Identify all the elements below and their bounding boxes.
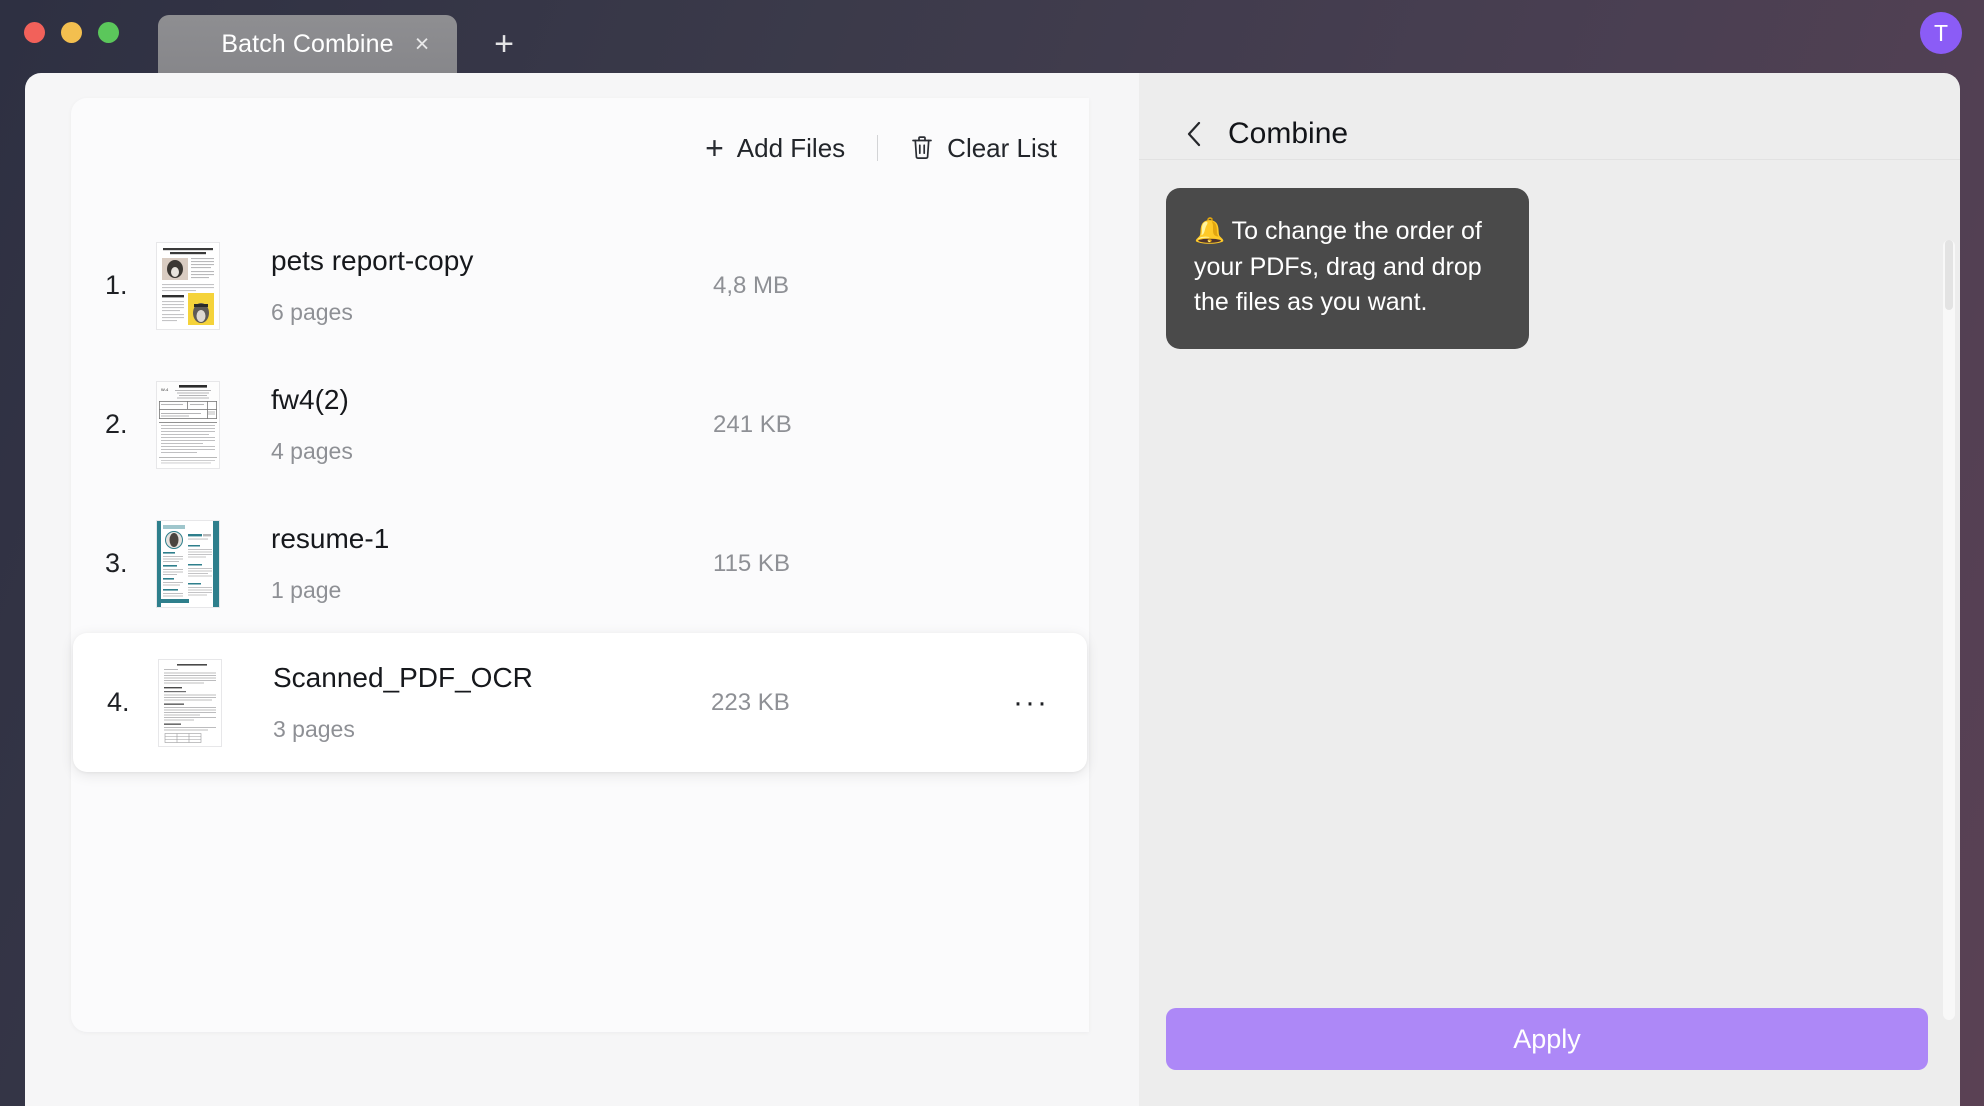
file-size: 241 KB xyxy=(703,411,1003,439)
row-index: 1. xyxy=(105,270,157,301)
file-list: 1. xyxy=(71,216,1089,772)
close-icon[interactable]: × xyxy=(409,31,435,57)
chevron-left-icon[interactable] xyxy=(1184,119,1206,149)
close-window-button[interactable] xyxy=(24,22,45,43)
table-row[interactable]: 1. xyxy=(71,216,1089,355)
maximize-window-button[interactable] xyxy=(98,22,119,43)
tip-callout: 🔔 To change the order of your PDFs, drag… xyxy=(1166,188,1529,349)
apply-button[interactable]: Apply xyxy=(1166,1008,1928,1070)
file-info: fw4(2) 4 pages xyxy=(271,384,703,465)
file-info: resume-1 1 page xyxy=(271,523,703,604)
traffic-lights xyxy=(24,22,119,43)
page-title: Combine xyxy=(1228,117,1348,151)
file-pages: 4 pages xyxy=(271,438,703,465)
file-size: 223 KB xyxy=(701,689,1001,717)
svg-text:W-4: W-4 xyxy=(161,387,169,392)
clear-list-button[interactable]: Clear List xyxy=(900,127,1067,170)
avatar[interactable]: T xyxy=(1920,12,1962,54)
tab-label: Batch Combine xyxy=(221,30,393,59)
table-row[interactable]: 3. xyxy=(71,494,1089,633)
file-info: pets report-copy 6 pages xyxy=(271,245,703,326)
file-pages: 3 pages xyxy=(273,716,701,743)
plus-icon: + xyxy=(705,132,724,164)
row-index: 4. xyxy=(107,687,159,718)
side-panel-scrollbar[interactable] xyxy=(1943,240,1955,1020)
tab-batch-combine[interactable]: Batch Combine × xyxy=(158,15,457,73)
file-size: 115 KB xyxy=(703,550,1003,578)
row-more-button[interactable]: ··· xyxy=(1001,694,1061,712)
bell-icon: 🔔 xyxy=(1194,217,1225,245)
clear-list-label: Clear List xyxy=(947,133,1057,164)
app-window: + Add Files Clear List xyxy=(25,73,1960,1106)
file-list-card: + Add Files Clear List xyxy=(71,98,1089,1032)
file-thumbnail-resume xyxy=(157,521,219,607)
tip-text: To change the order of your PDFs, drag a… xyxy=(1194,217,1482,316)
new-tab-button[interactable]: + xyxy=(487,27,521,61)
side-panel-header: Combine xyxy=(1139,73,1960,159)
file-size: 4,8 MB xyxy=(703,272,1003,300)
table-row[interactable]: 4. xyxy=(73,633,1087,772)
file-info: Scanned_PDF_OCR 3 pages xyxy=(273,662,701,743)
file-name: pets report-copy xyxy=(271,245,703,277)
row-index: 3. xyxy=(105,548,157,579)
tab-strip: Batch Combine × + xyxy=(158,8,521,73)
scrollbar-thumb[interactable] xyxy=(1945,240,1953,310)
file-name: Scanned_PDF_OCR xyxy=(273,662,701,694)
title-bar: Batch Combine × + T xyxy=(0,0,1984,73)
table-row[interactable]: 2. W-4 xyxy=(71,355,1089,494)
side-panel: Combine 🔔 To change the order of your PD… xyxy=(1139,73,1960,1106)
avatar-initial: T xyxy=(1934,20,1948,47)
file-name: fw4(2) xyxy=(271,384,703,416)
file-thumbnail-scanned-text xyxy=(159,660,221,746)
minimize-window-button[interactable] xyxy=(61,22,82,43)
file-thumbnail-pets-article xyxy=(157,243,219,329)
side-panel-footer: Apply xyxy=(1139,1008,1960,1106)
toolbar-divider xyxy=(877,135,878,161)
file-pages: 6 pages xyxy=(271,299,703,326)
main-pane: + Add Files Clear List xyxy=(25,73,1139,1106)
list-toolbar: + Add Files Clear List xyxy=(695,126,1067,170)
file-thumbnail-tax-form: W-4 xyxy=(157,382,219,468)
trash-icon xyxy=(910,135,934,161)
file-pages: 1 page xyxy=(271,577,703,604)
side-panel-body: 🔔 To change the order of your PDFs, drag… xyxy=(1139,160,1960,1008)
add-files-button[interactable]: + Add Files xyxy=(695,126,855,170)
add-files-label: Add Files xyxy=(737,133,845,164)
row-index: 2. xyxy=(105,409,157,440)
file-name: resume-1 xyxy=(271,523,703,555)
